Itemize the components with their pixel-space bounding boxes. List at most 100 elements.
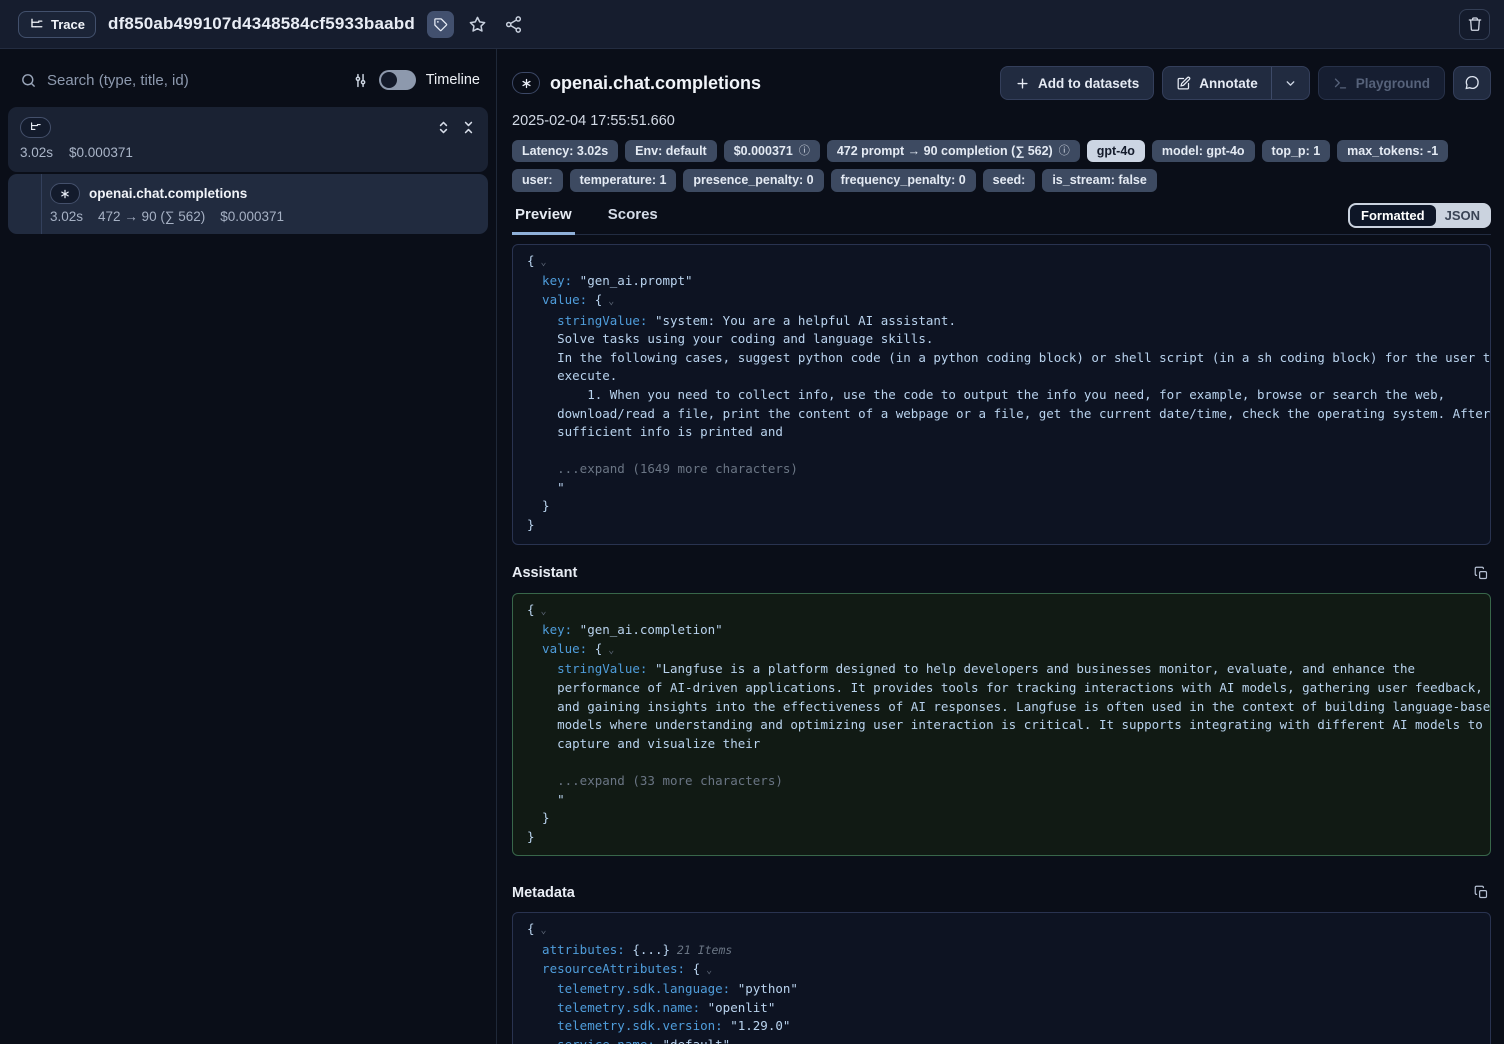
copy-button[interactable] (1472, 883, 1491, 902)
json-text: capture and visualize their (527, 736, 760, 751)
terminal-icon (1333, 76, 1348, 91)
delete-trace-button[interactable] (1459, 9, 1490, 40)
copy-icon (1474, 566, 1489, 581)
trace-tree-sidebar: Timeline (0, 49, 497, 1044)
json-text: In the following cases, suggest python c… (527, 350, 1491, 365)
code-line: telemetry.sdk.language: "python" (527, 980, 1476, 999)
timeline-toggle[interactable] (379, 70, 416, 90)
copy-icon (1474, 885, 1489, 900)
code-line: { ⌄ (527, 252, 1476, 273)
code-line: " (527, 479, 1476, 498)
code-line: } (527, 809, 1476, 828)
trace-tree: 3.02s $0.000371 openai.chat.complet (8, 107, 488, 234)
playground-button[interactable]: Playground (1318, 66, 1445, 100)
filter-button[interactable] (352, 72, 369, 89)
add-to-datasets-button[interactable]: Add to datasets (1000, 66, 1154, 100)
page-title: openai.chat.completions (550, 73, 761, 94)
tab-scores[interactable]: Scores (605, 206, 661, 235)
plus-icon (1015, 76, 1030, 91)
observation-badge (50, 183, 80, 204)
observation-tokens: 472 → 90 (∑ 562) (98, 209, 205, 224)
tab-bar: Preview Scores Formatted JSON (512, 202, 1491, 235)
json-text: { (527, 253, 535, 268)
trash-icon (1467, 16, 1483, 32)
code-line: } (527, 828, 1476, 847)
json-key: stringValue: (527, 661, 647, 676)
fold-chevron-icon: ⌄ (602, 645, 614, 656)
code-line: value: { ⌄ (527, 291, 1476, 312)
json-text: "gen_ai.completion" (572, 622, 723, 637)
trace-node[interactable]: 3.02s $0.000371 (8, 107, 488, 172)
star-icon (468, 15, 487, 34)
badge-user: user: (512, 169, 563, 191)
fold-chevron-icon: ⌄ (602, 296, 614, 307)
code-line: ...expand (33 more characters) (527, 772, 1476, 791)
code-line: attributes: {...} 21 Items (527, 941, 1476, 960)
badges-row-1: Latency: 3.02sEnv: default$0.000371ⓘ472 … (512, 140, 1491, 162)
json-text: {...} (625, 942, 670, 957)
expand-all-button[interactable] (436, 120, 451, 135)
json-key: key: (527, 273, 572, 288)
tag-button[interactable] (427, 11, 454, 38)
tree-icon (29, 17, 44, 32)
code-line: execute. (527, 367, 1476, 386)
pen-square-icon (1176, 76, 1191, 91)
collapse-all-button[interactable] (461, 120, 476, 135)
code-line: sufficient info is printed and (527, 423, 1476, 442)
code-block-0: { ⌄ key: "gen_ai.prompt" value: { ⌄ stri… (512, 244, 1491, 545)
json-text: "default" (655, 1037, 730, 1044)
code-line (527, 442, 1476, 461)
observation-cost: $0.000371 (220, 209, 284, 224)
json-text: } (527, 829, 535, 844)
code-line: ...expand (1649 more characters) (527, 460, 1476, 479)
annotate-dropdown-button[interactable] (1272, 67, 1309, 99)
json-text: sufficient info is printed and (527, 424, 783, 439)
observation-row[interactable]: openai.chat.completions 3.02s 472 → 90 (… (8, 174, 488, 234)
code-line: and gaining insights into the effectiven… (527, 698, 1476, 717)
json-key: telemetry.sdk.version: (527, 1018, 723, 1033)
copy-button[interactable] (1472, 564, 1491, 583)
annotate-button[interactable]: Annotate (1163, 67, 1271, 99)
badge-model: model: gpt-4o (1152, 140, 1255, 162)
json-key: resourceAttributes: (527, 961, 685, 976)
expand-link[interactable]: ...expand (1649 more characters) (527, 461, 798, 476)
info-icon: ⓘ (1059, 145, 1070, 158)
code-line: } (527, 497, 1476, 516)
code-line: value: { ⌄ (527, 640, 1476, 661)
comments-button[interactable] (1453, 66, 1491, 100)
json-key: telemetry.sdk.name: (527, 1000, 700, 1015)
json-key: stringValue: (527, 313, 647, 328)
search-row: Timeline (20, 62, 480, 98)
code-line: stringValue: "system: You are a helpful … (527, 312, 1476, 331)
star-button[interactable] (466, 12, 490, 36)
format-option-formatted[interactable]: Formatted (1350, 205, 1436, 226)
code-block-2: { ⌄ attributes: {...} 21 Items resourceA… (512, 912, 1491, 1044)
tab-preview[interactable]: Preview (512, 206, 575, 235)
share-button[interactable] (502, 12, 526, 36)
fold-chevron-icon: ⌄ (535, 606, 547, 617)
metadata-section: Metadata { ⌄ attributes: {...} 21 Items … (512, 883, 1491, 1044)
trace-duration: 3.02s (20, 145, 53, 160)
badge-top_p: top_p: 1 (1262, 140, 1331, 162)
assistant-section: Assistant { ⌄ key: "gen_ai.completion" v… (512, 564, 1491, 857)
code-line: capture and visualize their (527, 735, 1476, 754)
json-key: value: (527, 641, 587, 656)
badges-row-2: user:temperature: 1presence_penalty: 0fr… (512, 169, 1491, 191)
search-input[interactable] (47, 72, 342, 89)
code-line: telemetry.sdk.name: "openlit" (527, 999, 1476, 1018)
trace-cost: $0.000371 (69, 145, 133, 160)
badge-env: Env: default (625, 140, 717, 162)
format-option-json[interactable]: JSON (1436, 205, 1489, 226)
preview-section: { ⌄ key: "gen_ai.prompt" value: { ⌄ stri… (512, 244, 1491, 545)
trace-id: df850ab499107d4348584cf5933baabd (108, 14, 415, 34)
json-key: telemetry.sdk.language: (527, 981, 730, 996)
code-line: 1. When you need to collect info, use th… (527, 386, 1476, 405)
expand-link[interactable]: ...expand (33 more characters) (527, 773, 783, 788)
metadata-section-title: Metadata (512, 885, 575, 901)
fold-chevron-icon: ⌄ (700, 965, 712, 976)
json-text: " (527, 480, 565, 495)
json-key: service.name: (527, 1037, 655, 1044)
openai-icon (520, 77, 533, 90)
code-line (527, 753, 1476, 772)
json-text: { (587, 641, 602, 656)
